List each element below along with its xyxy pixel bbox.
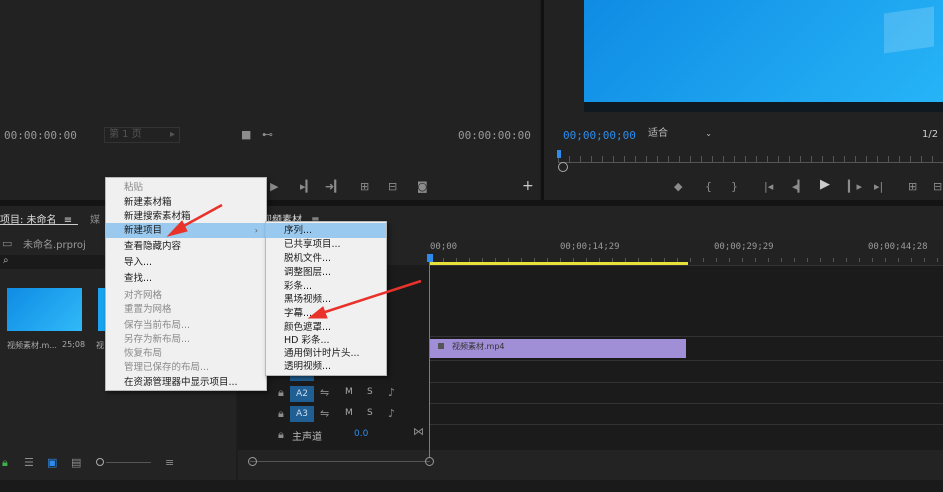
arrow-to-captions <box>307 279 422 319</box>
arrow-to-new-item <box>166 203 223 237</box>
annotation-arrows <box>166 203 422 319</box>
